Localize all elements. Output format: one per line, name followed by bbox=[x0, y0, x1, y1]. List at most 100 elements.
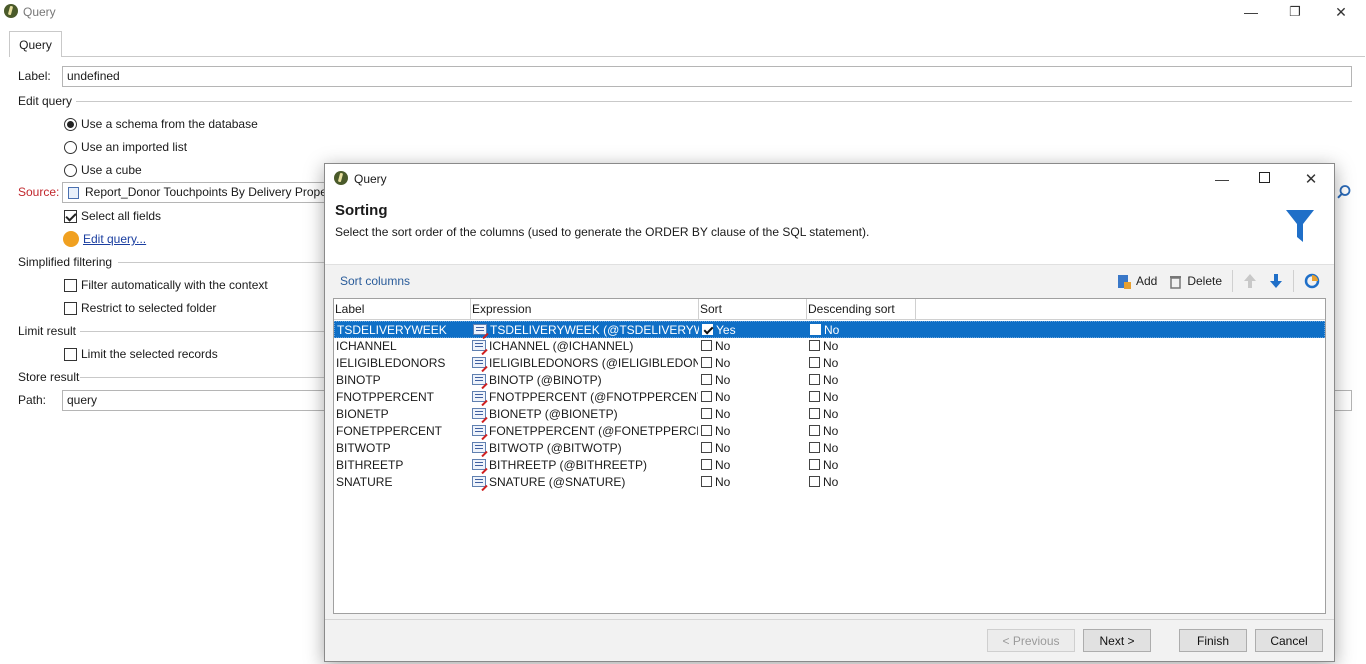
descending-checkbox[interactable] bbox=[809, 408, 820, 419]
edit-query-link[interactable]: Edit query... bbox=[83, 232, 146, 246]
schema-radio[interactable] bbox=[64, 117, 77, 131]
row-sort[interactable]: No bbox=[701, 474, 806, 491]
row-label: TSDELIVERYWEEK bbox=[337, 323, 447, 337]
sort-checkbox[interactable] bbox=[702, 324, 713, 335]
option-schema[interactable]: Use a schema from the database bbox=[64, 117, 258, 131]
dialog-minimize-button[interactable]: — bbox=[1199, 167, 1245, 191]
descending-checkbox[interactable] bbox=[809, 442, 820, 453]
sort-checkbox[interactable] bbox=[701, 374, 712, 385]
window-title: Query bbox=[23, 5, 56, 19]
row-descending-sort[interactable]: No bbox=[809, 423, 914, 440]
table-row[interactable]: BIONETP BIONETP (@BIONETP) No No bbox=[334, 406, 1325, 423]
option-restrict-folder[interactable]: Restrict to selected folder bbox=[64, 301, 216, 315]
table-row[interactable]: TSDELIVERYWEEK TSDELIVERYWEEK (@TSDELIVER… bbox=[334, 321, 1325, 338]
add-icon bbox=[1117, 274, 1131, 289]
descending-checkbox[interactable] bbox=[809, 459, 820, 470]
option-select-all[interactable]: Select all fields bbox=[64, 209, 161, 223]
sort-checkbox[interactable] bbox=[701, 340, 712, 351]
column-header-sort[interactable]: Sort bbox=[699, 299, 807, 320]
edit-query-row[interactable]: Edit query... bbox=[63, 231, 146, 247]
option-limit-records[interactable]: Limit the selected records bbox=[64, 347, 218, 361]
previous-button[interactable]: < Previous bbox=[987, 629, 1075, 652]
row-descending-sort[interactable]: No bbox=[809, 440, 914, 457]
table-row[interactable]: ICHANNEL ICHANNEL (@ICHANNEL) No No bbox=[334, 338, 1325, 355]
restrict-folder-label: Restrict to selected folder bbox=[81, 301, 217, 315]
move-up-button[interactable] bbox=[1237, 269, 1263, 293]
minimize-button[interactable]: — bbox=[1228, 0, 1274, 24]
option-imported-list[interactable]: Use an imported list bbox=[64, 140, 187, 154]
table-row[interactable]: FONETPPERCENT FONETPPERCENT (@FONETPPERCE… bbox=[334, 423, 1325, 440]
dialog-maximize-button[interactable] bbox=[1259, 172, 1270, 183]
select-all-checkbox[interactable] bbox=[64, 209, 77, 223]
sort-checkbox[interactable] bbox=[701, 425, 712, 436]
restore-button[interactable]: ❐ bbox=[1272, 0, 1318, 24]
descending-checkbox[interactable] bbox=[809, 476, 820, 487]
limit-records-checkbox[interactable] bbox=[64, 347, 77, 361]
row-sort[interactable]: No bbox=[701, 338, 806, 355]
row-sort[interactable]: Yes bbox=[702, 322, 807, 339]
finish-button[interactable]: Finish bbox=[1179, 629, 1247, 652]
path-field[interactable]: query bbox=[62, 390, 326, 411]
row-descending-sort[interactable]: No bbox=[809, 406, 914, 423]
row-descending-sort[interactable]: No bbox=[809, 355, 914, 372]
source-field[interactable]: Report_Donor Touchpoints By Delivery Pro… bbox=[62, 182, 326, 203]
table-row[interactable]: BITWOTP BITWOTP (@BITWOTP) No No bbox=[334, 440, 1325, 457]
row-descending-sort[interactable]: No bbox=[809, 338, 914, 355]
option-filter-context[interactable]: Filter automatically with the context bbox=[64, 278, 268, 292]
label-field[interactable]: undefined bbox=[62, 66, 1352, 87]
imported-list-radio[interactable] bbox=[64, 140, 77, 154]
detail-button[interactable] bbox=[1298, 269, 1326, 293]
descending-checkbox[interactable] bbox=[809, 340, 820, 351]
column-header-expression[interactable]: Expression bbox=[471, 299, 699, 320]
delete-button[interactable]: Delete bbox=[1163, 269, 1228, 293]
descending-checkbox[interactable] bbox=[809, 374, 820, 385]
filter-context-checkbox[interactable] bbox=[64, 278, 77, 292]
dialog-close-button[interactable]: ✕ bbox=[1288, 167, 1334, 191]
row-sort[interactable]: No bbox=[701, 372, 806, 389]
row-expression-text: BIONETP (@BIONETP) bbox=[489, 407, 618, 421]
table-row[interactable]: FNOTPPERCENT FNOTPPERCENT (@FNOTPPERCENT)… bbox=[334, 389, 1325, 406]
search-icon[interactable] bbox=[1336, 184, 1352, 200]
close-button[interactable]: ✕ bbox=[1318, 0, 1364, 24]
row-sort[interactable]: No bbox=[701, 389, 806, 406]
path-field-end[interactable] bbox=[1334, 390, 1352, 411]
sort-checkbox[interactable] bbox=[701, 357, 712, 368]
row-expression-text: SNATURE (@SNATURE) bbox=[489, 475, 626, 489]
next-button[interactable]: Next > bbox=[1083, 629, 1151, 652]
sort-checkbox[interactable] bbox=[701, 459, 712, 470]
row-sort[interactable]: No bbox=[701, 406, 806, 423]
tab-query[interactable]: Query bbox=[9, 31, 62, 57]
column-header-label[interactable]: Label bbox=[334, 299, 471, 320]
option-cube[interactable]: Use a cube bbox=[64, 163, 142, 177]
sort-checkbox[interactable] bbox=[701, 391, 712, 402]
table-row[interactable]: BINOTP BINOTP (@BINOTP) No No bbox=[334, 372, 1325, 389]
row-descending-sort[interactable]: No bbox=[809, 474, 914, 491]
row-sort[interactable]: No bbox=[701, 457, 806, 474]
add-button[interactable]: Add bbox=[1111, 269, 1163, 293]
sort-checkbox[interactable] bbox=[701, 442, 712, 453]
sort-checkbox[interactable] bbox=[701, 408, 712, 419]
descending-checkbox[interactable] bbox=[810, 324, 821, 335]
move-down-button[interactable] bbox=[1263, 269, 1289, 293]
table-row[interactable]: BITHREETP BITHREETP (@BITHREETP) No No bbox=[334, 457, 1325, 474]
restrict-folder-checkbox[interactable] bbox=[64, 301, 77, 315]
descending-checkbox[interactable] bbox=[809, 425, 820, 436]
cancel-button[interactable]: Cancel bbox=[1255, 629, 1323, 652]
descending-checkbox[interactable] bbox=[809, 357, 820, 368]
sort-checkbox[interactable] bbox=[701, 476, 712, 487]
row-sort[interactable]: No bbox=[701, 355, 806, 372]
row-sort[interactable]: No bbox=[701, 423, 806, 440]
descending-checkbox[interactable] bbox=[809, 391, 820, 402]
row-label: IELIGIBLEDONORS bbox=[336, 356, 446, 370]
row-descending-sort[interactable]: No bbox=[810, 322, 915, 339]
table-row[interactable]: SNATURE SNATURE (@SNATURE) No No bbox=[334, 474, 1325, 491]
row-descending-sort[interactable]: No bbox=[809, 372, 914, 389]
row-descending-sort[interactable]: No bbox=[809, 457, 914, 474]
table-row[interactable]: IELIGIBLEDONORS IELIGIBLEDONORS (@IELIGIB… bbox=[334, 355, 1325, 372]
descending-value: No bbox=[823, 390, 839, 404]
row-expression-text: BINOTP (@BINOTP) bbox=[489, 373, 602, 387]
row-sort[interactable]: No bbox=[701, 440, 806, 457]
column-header-descending-sort[interactable]: Descending sort bbox=[807, 299, 916, 320]
row-descending-sort[interactable]: No bbox=[809, 389, 914, 406]
cube-radio[interactable] bbox=[64, 163, 77, 177]
